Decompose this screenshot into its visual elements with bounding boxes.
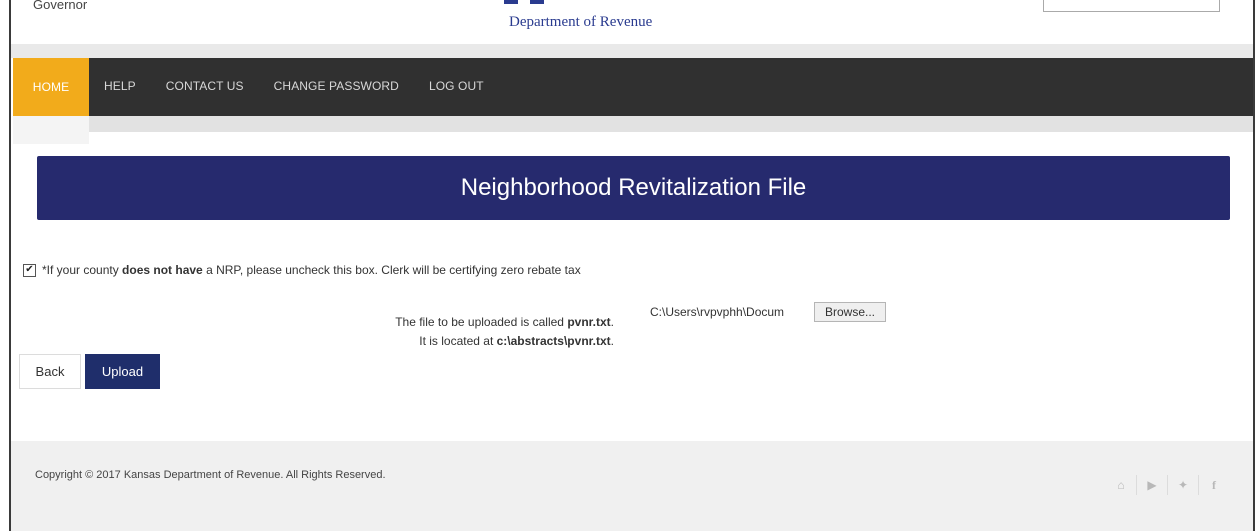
site-header: Governor Department of Revenue bbox=[11, 0, 1253, 45]
file-info: The file to be uploaded is called pvnr.t… bbox=[330, 313, 614, 351]
youtube-icon[interactable]: ▶ bbox=[1137, 478, 1167, 492]
file-name-line: The file to be uploaded is called pvnr.t… bbox=[395, 315, 614, 329]
browse-button[interactable]: Browse... bbox=[814, 302, 887, 322]
site-footer: Copyright © 2017 Kansas Department of Re… bbox=[11, 441, 1253, 531]
upload-button[interactable]: Upload bbox=[85, 354, 160, 389]
check-icon: ✔ bbox=[25, 264, 34, 275]
twitter-icon[interactable]: ✦ bbox=[1168, 478, 1198, 492]
file-path-value[interactable]: C:\Users\rvpvphh\Docum bbox=[648, 305, 814, 319]
nav-change-password[interactable]: CHANGE PASSWORD bbox=[259, 58, 414, 116]
governor-text: Governor bbox=[33, 0, 88, 12]
copyright-text: Copyright © 2017 Kansas Department of Re… bbox=[35, 469, 386, 481]
nrp-label: *If your county does not have a NRP, ple… bbox=[42, 263, 581, 277]
file-upload-field[interactable]: C:\Users\rvpvphh\Docum Browse... bbox=[648, 302, 887, 322]
nav-shadow bbox=[13, 116, 89, 144]
nav-log-out[interactable]: LOG OUT bbox=[414, 58, 499, 116]
nav-help[interactable]: HELP bbox=[89, 58, 151, 116]
file-location-line: It is located at c:\abstracts\pvnr.txt. bbox=[419, 334, 614, 348]
main-nav: HOME HELP CONTACT US CHANGE PASSWORD LOG… bbox=[13, 58, 1253, 116]
home-icon[interactable]: ⌂ bbox=[1106, 478, 1136, 492]
window-border-right bbox=[1253, 0, 1255, 531]
nav-home[interactable]: HOME bbox=[13, 58, 89, 116]
back-button[interactable]: Back bbox=[19, 354, 81, 389]
nrp-row: ✔ *If your county does not have a NRP, p… bbox=[23, 263, 581, 277]
social-links: ⌂ ▶ ✦ f bbox=[1106, 475, 1229, 495]
nav-shadow bbox=[89, 116, 1253, 132]
search-input[interactable] bbox=[1043, 0, 1220, 12]
page-title: Neighborhood Revitalization File bbox=[460, 174, 807, 201]
facebook-icon[interactable]: f bbox=[1199, 478, 1229, 493]
nav-contact-us[interactable]: CONTACT US bbox=[151, 58, 259, 116]
nrp-checkbox[interactable]: ✔ bbox=[23, 263, 36, 277]
logo-mark bbox=[504, 0, 518, 4]
department-name: Department of Revenue bbox=[509, 14, 653, 30]
header-divider bbox=[11, 44, 1253, 58]
logo-mark bbox=[530, 0, 544, 4]
page-title-banner: Neighborhood Revitalization File bbox=[37, 156, 1230, 220]
